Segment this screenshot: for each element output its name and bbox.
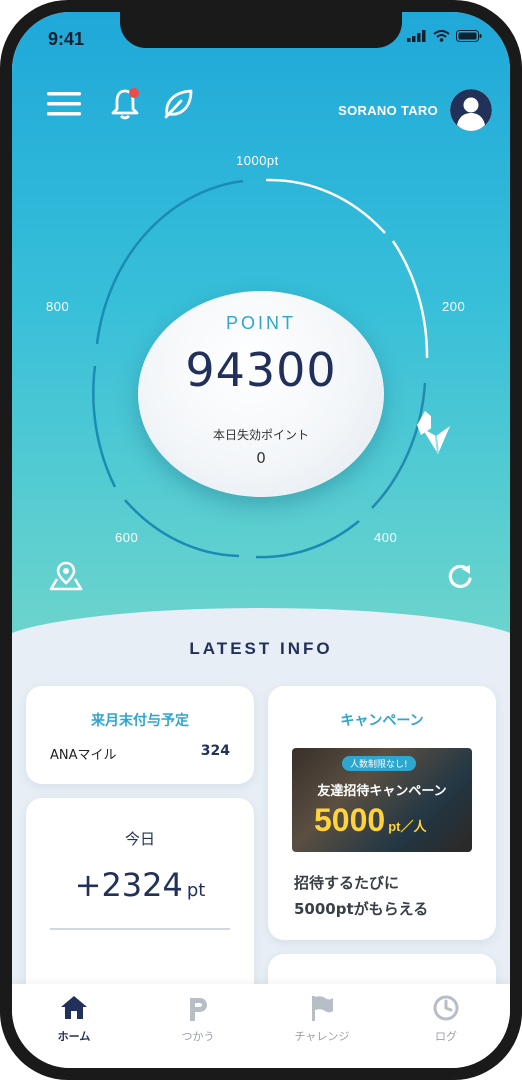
user-name[interactable]: SORANO TARO [338,103,438,118]
ana-miles-label: ANAマイル [50,748,117,763]
notifications-button[interactable] [106,84,146,124]
campaign-description-line2: 5000ptがもらえる [294,900,429,918]
points-bubble[interactable]: POINT 94300 本日失効ポイント 0 [138,291,384,497]
campaign-description-line1: 招待するたびに [294,874,400,892]
app-screen: 9:41 SORANO TARO 1000pt 200 400 600 800 … [12,12,510,1068]
tick-label-top: 1000pt [236,153,279,168]
banner-amount: 5000 pt／人 [314,802,426,839]
expiring-points-label: 本日失効ポイント [212,428,309,442]
banner-badge: 人数制限なし! [342,756,416,771]
point-label: POINT [225,313,296,333]
tab-use-label: つかう [181,1030,215,1043]
tick-label-bottom-left: 600 [115,530,139,545]
home-icon [61,996,87,1019]
today-points-value: +2324 [74,866,183,904]
banner-amount-unit: pt／人 [388,819,427,834]
tick-label-right: 200 [442,299,466,314]
tick-label-left: 800 [46,299,70,314]
next-month-title: 来月末付与予定 [91,713,189,729]
clock-icon [433,995,459,1021]
next-month-card[interactable]: 来月末付与予定 ANAマイル 324 [26,686,254,784]
tab-log[interactable]: ログ [384,984,508,1068]
tab-use[interactable]: つかう [136,984,260,1068]
today-points-unit: pt [186,880,206,901]
menu-button[interactable] [44,84,84,124]
phone-frame: 9:41 SORANO TARO 1000pt 200 400 600 800 … [0,0,522,1080]
tab-bar: ホーム つかう チャレンジ ログ [12,984,510,1068]
expiring-points-value: 0 [256,449,266,467]
tab-home[interactable]: ホーム [12,984,136,1068]
hamburger-icon [47,92,81,116]
banner-heading: 友達招待キャンペーン [317,784,447,799]
map-button[interactable] [46,558,86,594]
refresh-icon [448,564,472,589]
gauge-arrow-icon [422,426,450,455]
p-icon [190,998,207,1021]
campaign-banner[interactable]: 人数制限なし! 友達招待キャンペーン 5000 pt／人 [292,748,472,852]
today-points: +2324 pt [26,866,254,904]
campaign-title: キャンペーン [340,713,424,729]
wifi-icon [433,30,450,42]
today-card[interactable]: 今日 +2324 pt [26,798,254,998]
today-title: 今日 [124,830,155,848]
tab-challenge-label: チャレンジ [294,1030,350,1043]
device-notch [120,12,402,48]
tab-challenge[interactable]: チャレンジ [260,984,384,1068]
battery-icon [456,30,482,42]
today-divider [50,928,230,930]
status-time: 9:41 [48,29,85,49]
banner-amount-value: 5000 [314,802,386,838]
signal-icon [407,30,426,42]
avatar[interactable] [450,89,492,131]
flag-icon [312,996,333,1021]
point-value: 94300 [185,343,337,397]
tick-label-bottom-right: 400 [374,530,398,545]
ana-miles-value: 324 [200,743,230,759]
map-pin-icon [49,561,83,591]
user-avatar-icon [450,89,492,131]
tab-home-label: ホーム [57,1030,91,1043]
eco-button[interactable] [158,84,198,124]
refresh-button[interactable] [440,556,480,596]
status-icons [407,30,482,42]
campaign-card[interactable]: キャンペーン 人数制限なし! 友達招待キャンペーン 5000 pt／人 招待するた… [268,686,496,940]
tab-log-label: ログ [435,1030,457,1043]
bell-icon [111,88,139,120]
leaf-icon [164,89,193,119]
latest-info-title: LATEST INFO [189,639,333,658]
